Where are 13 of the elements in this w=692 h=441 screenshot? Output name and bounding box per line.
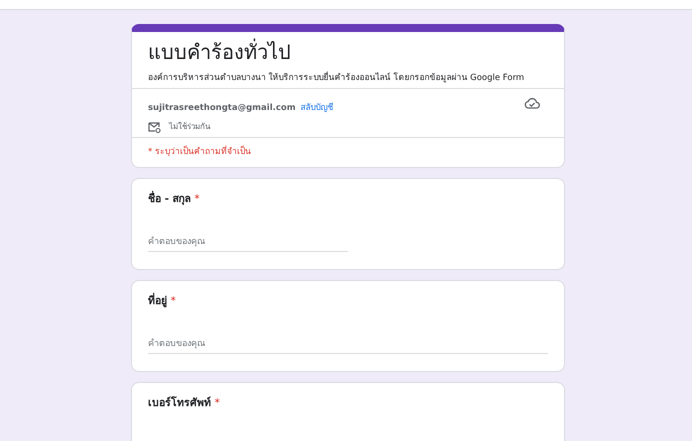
required-note: * ระบุว่าเป็นคำถามที่จำเป็น (148, 146, 252, 160)
sharing-status: ไม่ใช้ร่วมกัน (169, 121, 210, 134)
mail-icon (148, 122, 161, 133)
question-label: เบอร์โทรศัพท์ * (148, 397, 221, 411)
question-label: ชื่อ - สกุล * (148, 193, 548, 207)
question-label: ที่อยู่ * (148, 295, 548, 309)
cloud-icon (524, 97, 540, 110)
account-email: sujitrasreethongta@gmail.com (148, 103, 296, 114)
answer-field[interactable]: คำตอบของคุณ (148, 234, 348, 252)
form-description: องค์การบริหารส่วนตำบลบางนา ให้บริการระบบยื่นคำร้องออนไลน์ โดยกรอกข้อมูลผ่าน Google Form (148, 72, 526, 84)
form-title: แบบคำร้องทั่วไป (148, 40, 292, 64)
answer-field[interactable]: คำตอบของคุณ (148, 336, 548, 354)
switch-account-link[interactable]: สลับบัญชี (300, 103, 334, 114)
